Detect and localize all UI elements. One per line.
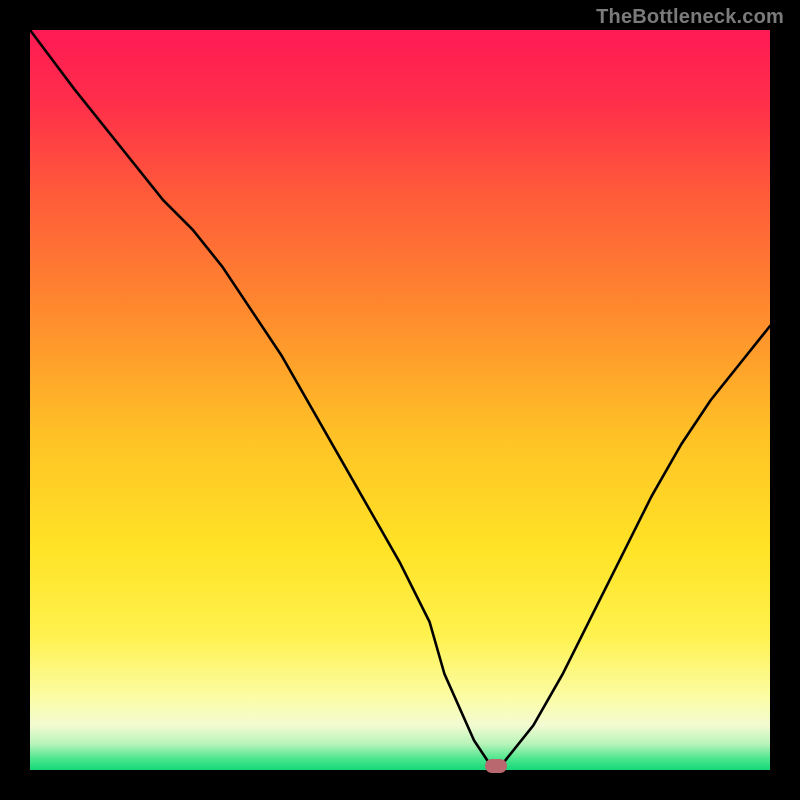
chart-stage: TheBottleneck.com	[0, 0, 800, 800]
optimal-point-marker	[485, 759, 507, 773]
plot-area	[30, 30, 770, 770]
bottleneck-curve	[30, 30, 770, 770]
watermark-text: TheBottleneck.com	[596, 6, 784, 29]
